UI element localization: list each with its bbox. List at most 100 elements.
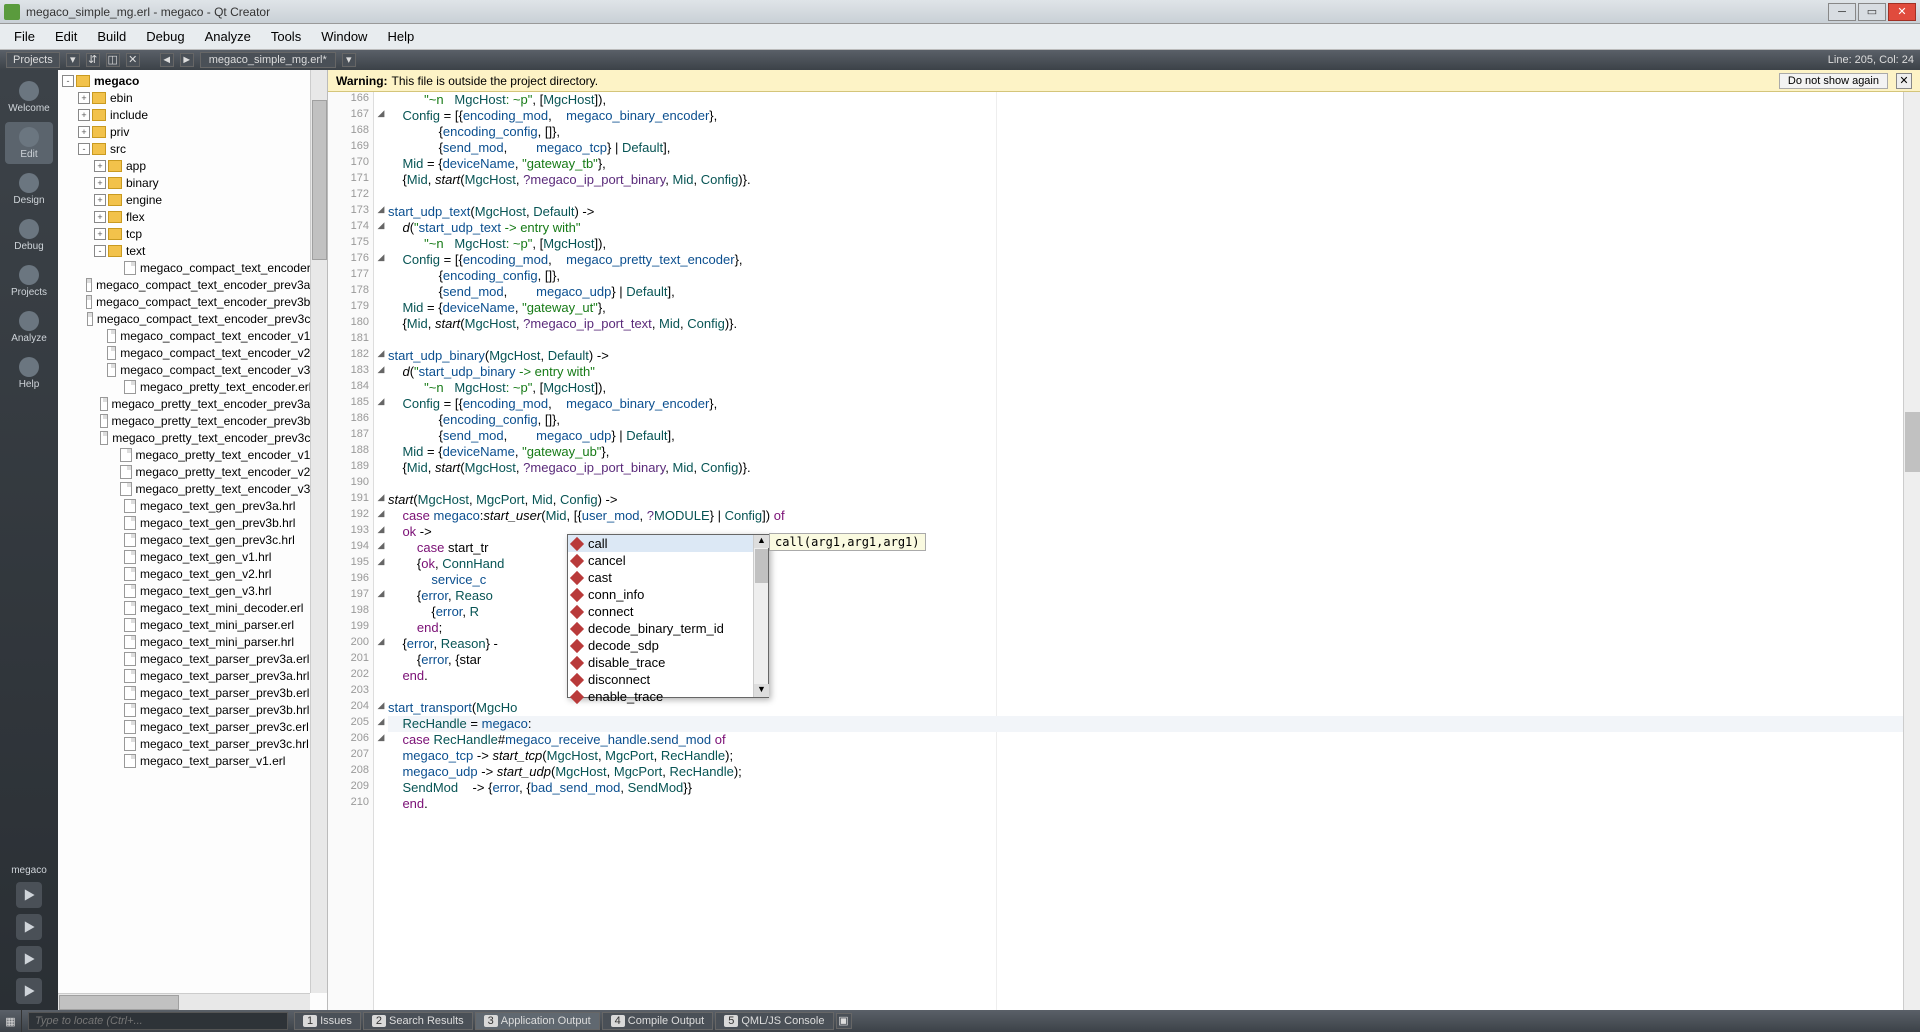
- menu-tools[interactable]: Tools: [261, 26, 311, 47]
- expand-icon[interactable]: +: [94, 211, 106, 223]
- tree-folder[interactable]: +engine: [58, 191, 327, 208]
- mode-debug[interactable]: Debug: [5, 214, 53, 256]
- tree-file[interactable]: megaco_pretty_text_encoder_prev3a.erl: [58, 395, 327, 412]
- tree-file[interactable]: megaco_pretty_text_encoder_prev3b.erl: [58, 412, 327, 429]
- code-line[interactable]: Mid = {deviceName, "gateway_tb"},: [388, 156, 1903, 172]
- tree-file[interactable]: megaco_text_gen_v1.hrl: [58, 548, 327, 565]
- tree-folder[interactable]: +binary: [58, 174, 327, 191]
- locator-input[interactable]: [28, 1012, 288, 1030]
- tree-file[interactable]: megaco_pretty_text_encoder.erl: [58, 378, 327, 395]
- tree-file[interactable]: megaco_pretty_text_encoder_prev3c.erl: [58, 429, 327, 446]
- tree-file[interactable]: megaco_text_parser_prev3b.hrl: [58, 701, 327, 718]
- code-line[interactable]: {send_mod, megaco_udp} | Default],: [388, 284, 1903, 300]
- code-line[interactable]: [388, 332, 1903, 348]
- expand-icon[interactable]: +: [78, 126, 90, 138]
- expand-icon[interactable]: -: [62, 75, 74, 87]
- menu-debug[interactable]: Debug: [136, 26, 194, 47]
- tree-folder[interactable]: +app: [58, 157, 327, 174]
- tree-folder[interactable]: +include: [58, 106, 327, 123]
- autocomplete-item[interactable]: disconnect: [568, 671, 768, 688]
- code-line[interactable]: {encoding_config, []},: [388, 412, 1903, 428]
- code-line[interactable]: Config = [{encoding_mod, megaco_binary_e…: [388, 396, 1903, 412]
- tree-file[interactable]: megaco_text_mini_parser.hrl: [58, 633, 327, 650]
- mode-help[interactable]: Help: [5, 352, 53, 394]
- autocomplete-item[interactable]: cast: [568, 569, 768, 586]
- tree-file[interactable]: megaco_text_mini_parser.erl: [58, 616, 327, 633]
- output-tab-application-output[interactable]: 3Application Output: [475, 1012, 600, 1030]
- tree-file[interactable]: megaco_text_mini_decoder.erl: [58, 599, 327, 616]
- tree-file[interactable]: megaco_pretty_text_encoder_v3.erl: [58, 480, 327, 497]
- code-line[interactable]: end.: [388, 796, 1903, 812]
- autocomplete-popup[interactable]: ▲ ▼ callcancelcastconn_infoconnectdecode…: [567, 534, 769, 698]
- build-icon[interactable]: [16, 978, 42, 1004]
- mode-analyze[interactable]: Analyze: [5, 306, 53, 348]
- tree-folder[interactable]: +flex: [58, 208, 327, 225]
- code-line[interactable]: megaco_udp -> start_udp(MgcHost, MgcPort…: [388, 764, 1903, 780]
- mode-projects[interactable]: Projects: [5, 260, 53, 302]
- tree-folder[interactable]: -src: [58, 140, 327, 157]
- forward-icon[interactable]: ►: [180, 53, 194, 67]
- output-tab-issues[interactable]: 1Issues: [294, 1012, 361, 1030]
- tree-file[interactable]: megaco_compact_text_encoder_prev3a.erl: [58, 276, 327, 293]
- tree-folder[interactable]: -megaco: [58, 72, 327, 89]
- autocomplete-item[interactable]: disable_trace: [568, 654, 768, 671]
- code-line[interactable]: case RecHandle#megaco_receive_handle.sen…: [388, 732, 1903, 748]
- tree-file[interactable]: megaco_pretty_text_encoder_v2.erl: [58, 463, 327, 480]
- code-line[interactable]: start_udp_text(MgcHost, Default) ->: [388, 204, 1903, 220]
- autocomplete-item[interactable]: cancel: [568, 552, 768, 569]
- expand-icon[interactable]: +: [78, 109, 90, 121]
- project-tree[interactable]: -megaco+ebin+include+priv-src+app+binary…: [58, 70, 328, 1010]
- tree-file[interactable]: megaco_text_gen_v2.hrl: [58, 565, 327, 582]
- code-line[interactable]: SendMod -> {error, {bad_send_mod, SendMo…: [388, 780, 1903, 796]
- editor-scrollbar-vertical[interactable]: [1903, 92, 1920, 1010]
- tree-scrollbar-vertical[interactable]: [310, 70, 327, 993]
- run-icon[interactable]: [16, 914, 42, 940]
- menu-build[interactable]: Build: [87, 26, 136, 47]
- toggle-sidebar-icon[interactable]: ▦: [0, 1010, 22, 1032]
- tree-file[interactable]: megaco_compact_text_encoder_v1.erl: [58, 327, 327, 344]
- filter-icon[interactable]: ▾: [66, 53, 80, 67]
- code-line[interactable]: [388, 188, 1903, 204]
- sync-icon[interactable]: ⇵: [86, 53, 100, 67]
- output-pane-toggle-icon[interactable]: ▣: [836, 1013, 852, 1029]
- code-line[interactable]: start_udp_binary(MgcHost, Default) ->: [388, 348, 1903, 364]
- code-line[interactable]: case megaco:start_user(Mid, [{user_mod, …: [388, 508, 1903, 524]
- maximize-button[interactable]: ▭: [1858, 3, 1886, 21]
- split-icon[interactable]: ◫: [106, 53, 120, 67]
- tree-file[interactable]: megaco_text_gen_prev3a.hrl: [58, 497, 327, 514]
- code-line[interactable]: "~n MgcHost: ~p", [MgcHost]),: [388, 236, 1903, 252]
- code-line[interactable]: Mid = {deviceName, "gateway_ut"},: [388, 300, 1903, 316]
- expand-icon[interactable]: -: [78, 143, 90, 155]
- autocomplete-item[interactable]: enable_trace: [568, 688, 768, 705]
- code-line[interactable]: d("start_udp_text -> entry with": [388, 220, 1903, 236]
- tree-file[interactable]: megaco_compact_text_encoder_prev3b.erl: [58, 293, 327, 310]
- mode-edit[interactable]: Edit: [5, 122, 53, 164]
- code-line[interactable]: d("start_udp_binary -> entry with": [388, 364, 1903, 380]
- menu-help[interactable]: Help: [377, 26, 424, 47]
- tree-file[interactable]: megaco_text_parser_prev3b.erl: [58, 684, 327, 701]
- tree-file[interactable]: megaco_text_parser_prev3c.erl: [58, 718, 327, 735]
- do-not-show-again-button[interactable]: Do not show again: [1779, 73, 1888, 89]
- tree-file[interactable]: megaco_compact_text_encoder_v3.erl: [58, 361, 327, 378]
- autocomplete-item[interactable]: decode_sdp: [568, 637, 768, 654]
- open-file-dropdown[interactable]: megaco_simple_mg.erl*: [200, 52, 336, 68]
- code-line[interactable]: Config = [{encoding_mod, megaco_binary_e…: [388, 108, 1903, 124]
- tree-file[interactable]: megaco_compact_text_encoder_v2.erl: [58, 344, 327, 361]
- expand-icon[interactable]: +: [94, 228, 106, 240]
- autocomplete-item[interactable]: decode_binary_term_id: [568, 620, 768, 637]
- code-line[interactable]: {encoding_config, []},: [388, 124, 1903, 140]
- tree-file[interactable]: megaco_text_parser_v1.erl: [58, 752, 327, 769]
- autocomplete-scrollbar[interactable]: ▲ ▼: [753, 535, 768, 697]
- code-line[interactable]: {Mid, start(MgcHost, ?megaco_ip_port_bin…: [388, 460, 1903, 476]
- tree-file[interactable]: megaco_text_gen_prev3b.hrl: [58, 514, 327, 531]
- tree-file[interactable]: megaco_text_parser_prev3c.hrl: [58, 735, 327, 752]
- expand-icon[interactable]: -: [94, 245, 106, 257]
- code-line[interactable]: Config = [{encoding_mod, megaco_pretty_t…: [388, 252, 1903, 268]
- close-pane-icon[interactable]: ✕: [126, 53, 140, 67]
- code-line[interactable]: {Mid, start(MgcHost, ?megaco_ip_port_bin…: [388, 172, 1903, 188]
- tree-file[interactable]: megaco_pretty_text_encoder_v1.erl: [58, 446, 327, 463]
- autocomplete-item[interactable]: connect: [568, 603, 768, 620]
- monitor-icon[interactable]: [16, 882, 42, 908]
- menu-analyze[interactable]: Analyze: [195, 26, 261, 47]
- tree-folder[interactable]: +priv: [58, 123, 327, 140]
